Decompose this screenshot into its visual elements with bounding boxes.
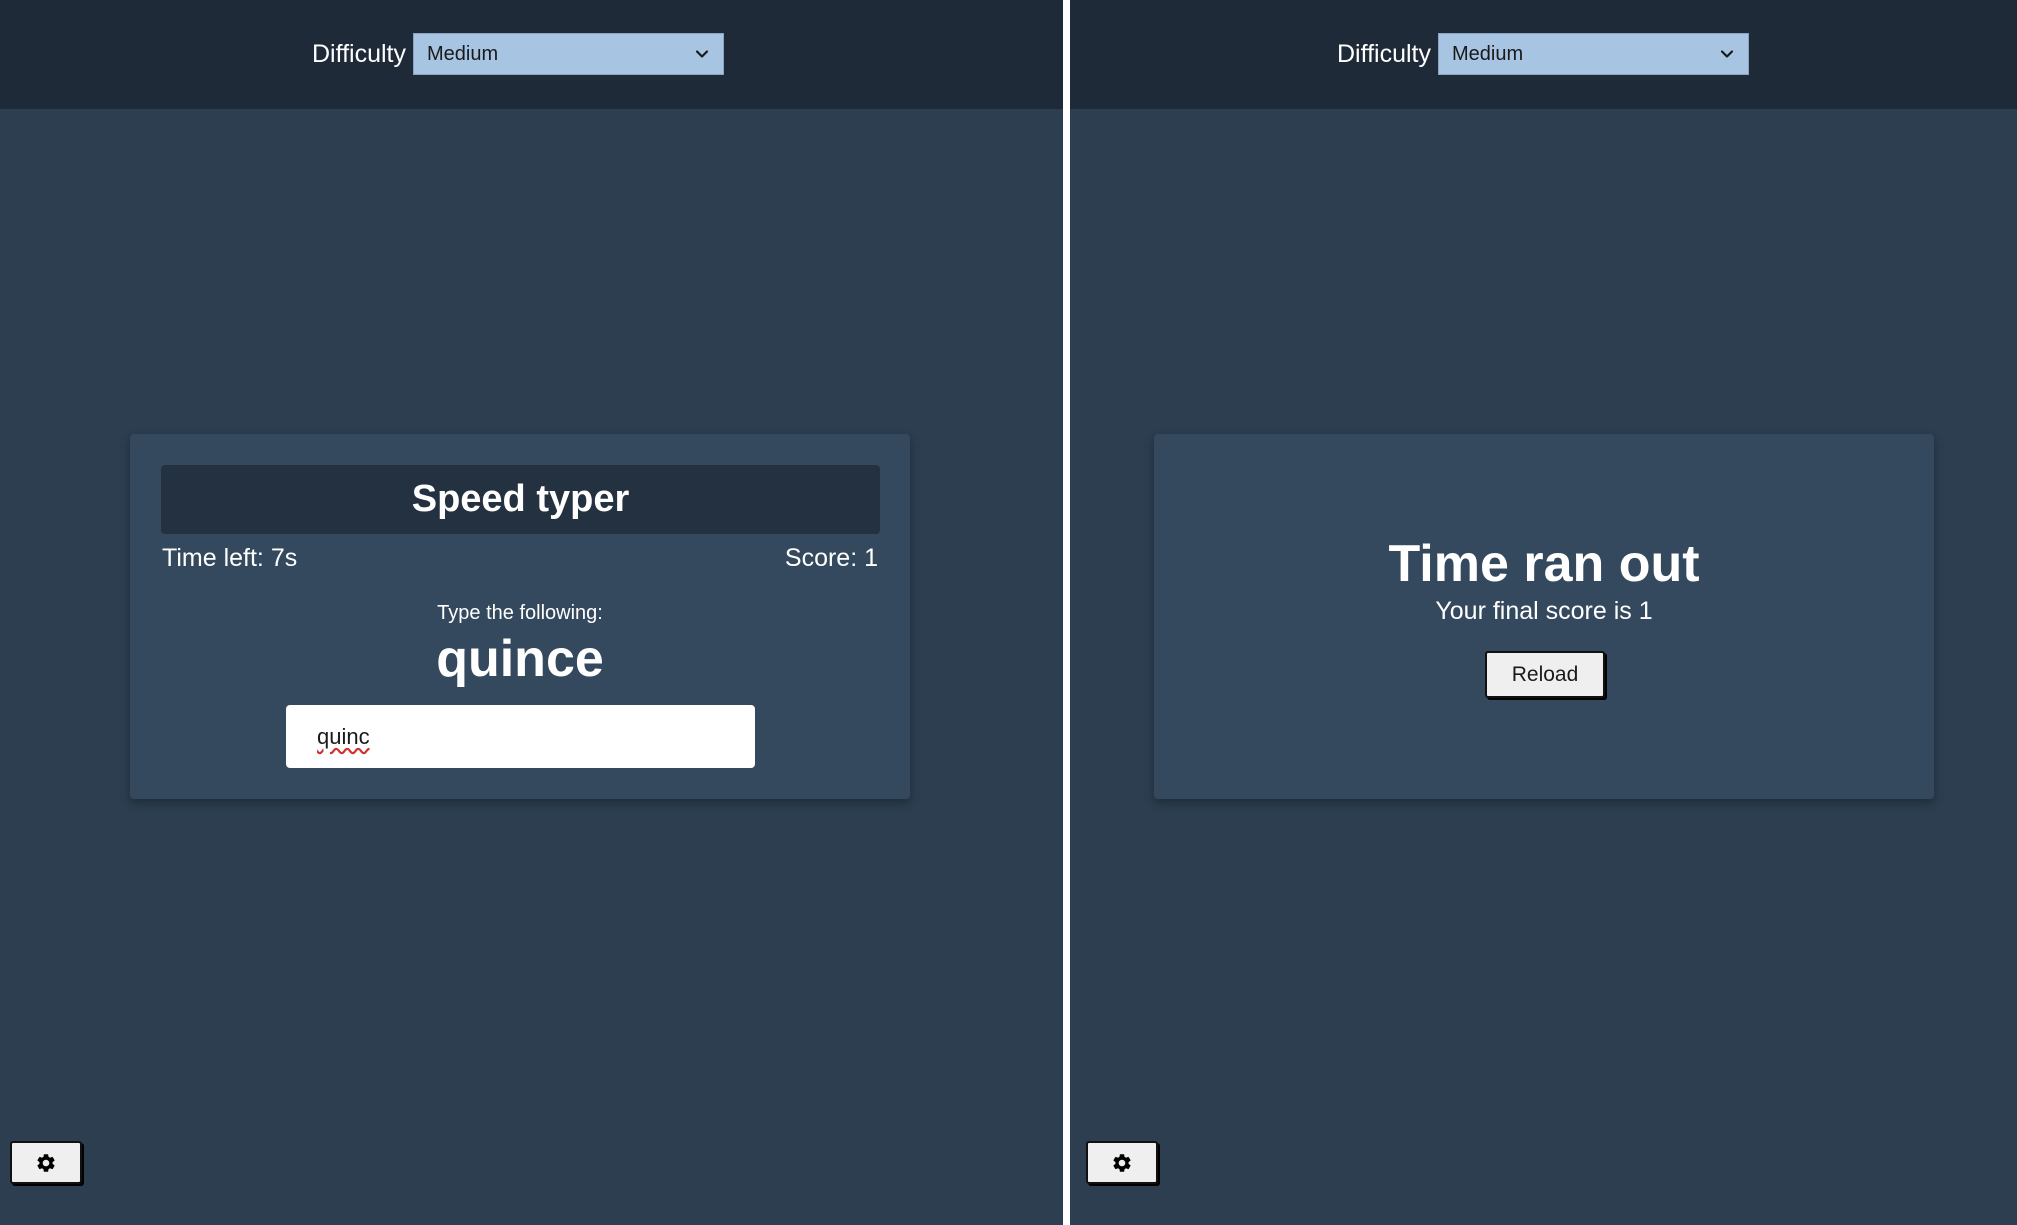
reload-button[interactable]: Reload [1485,651,1605,698]
gear-icon [1113,1153,1131,1172]
difficulty-control: Difficulty Medium [312,33,725,75]
gear-icon [37,1153,55,1172]
chevron-down-icon [1720,50,1734,58]
difficulty-bar: Difficulty Medium [0,0,1063,109]
difficulty-bar: Difficulty Medium [1070,0,2017,109]
time-left-text: Time left: 7s [162,544,298,572]
settings-button[interactable] [1086,1141,1158,1184]
difficulty-select[interactable]: Medium [1438,33,1750,75]
typing-input[interactable]: quinc [286,705,755,768]
chevron-down-icon [695,50,709,58]
difficulty-label: Difficulty [312,39,407,68]
final-score-text: Your final score is 1 [1435,597,1653,625]
difficulty-selected-value: Medium [1452,42,1524,65]
end-title: Time ran out [1388,535,1700,593]
app-stage: Difficulty Medium Speed typer Time left:… [0,0,2017,1225]
target-word: quince [436,630,604,688]
typing-input-value: quinc [317,723,370,749]
score-text: Score: 1 [784,544,878,572]
game-pane-ended: Difficulty Medium Time ran out Your fina… [1070,0,2017,1225]
difficulty-control: Difficulty Medium [1337,33,1750,75]
difficulty-selected-value: Medium [427,42,499,65]
end-card: Time ran out Your final score is 1 Reloa… [1154,434,1934,799]
difficulty-label: Difficulty [1337,39,1432,68]
settings-button[interactable] [10,1141,82,1184]
type-prompt: Type the following: [437,602,603,624]
game-title: Speed typer [161,465,880,534]
difficulty-select[interactable]: Medium [413,33,725,75]
pane-divider [1063,0,1070,1225]
game-pane-active: Difficulty Medium Speed typer Time left:… [0,0,1063,1225]
game-card: Speed typer Time left: 7s Score: 1 Type … [130,434,910,799]
